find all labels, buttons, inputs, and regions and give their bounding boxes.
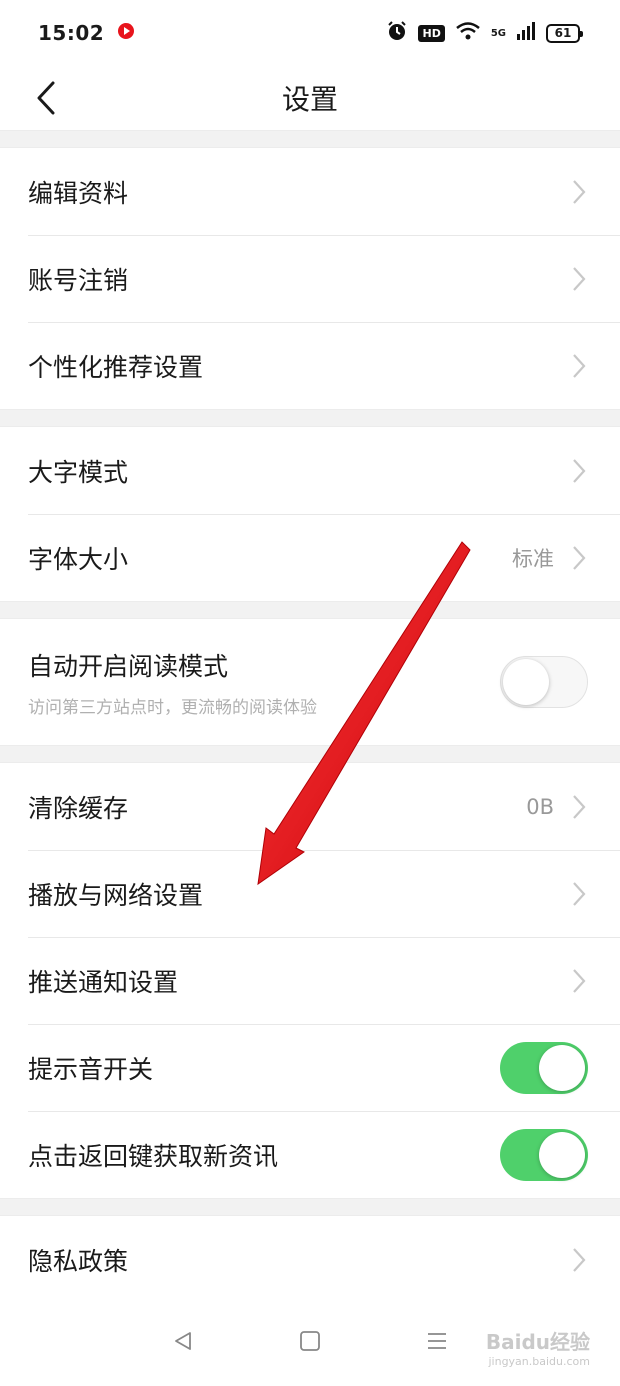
settings-group-account: 编辑资料 账号注销 个性化推荐设置 [0,148,620,409]
status-bar: 15:02 HD 5G 61 [0,0,620,66]
settings-item-label: 播放与网络设置 [28,880,204,910]
settings-item-label: 提示音开关 [28,1054,154,1084]
wifi-icon [455,21,481,45]
settings-group-legal: 隐私政策 [0,1216,620,1303]
status-time: 15:02 [38,21,105,45]
page-title: 设置 [281,83,338,116]
chevron-right-icon [572,179,588,205]
settings-item-large-text-mode[interactable]: 大字模式 [0,427,620,514]
toggle-knob [539,1044,585,1091]
settings-item-cancel-account[interactable]: 账号注销 [0,235,620,322]
section-divider [0,130,620,148]
settings-item-auto-reading-mode: 自动开启阅读模式 访问第三方站点时，更流畅的阅读体验 [0,619,620,745]
settings-item-label: 隐私政策 [28,1246,129,1276]
system-menu-button[interactable] [417,1321,457,1361]
chevron-right-icon [572,794,588,820]
settings-item-label: 推送通知设置 [28,967,179,997]
system-back-button[interactable] [163,1321,203,1361]
section-divider [0,601,620,619]
settings-item-label: 个性化推荐设置 [28,352,204,382]
back-button[interactable] [26,78,66,118]
settings-item-personalized-recommendation[interactable]: 个性化推荐设置 [0,322,620,409]
menu-lines-icon [427,1333,446,1349]
cache-size-value: 0B [526,794,554,819]
settings-group-display: 大字模式 字体大小 标准 [0,427,620,601]
toggle-knob [503,659,549,705]
back-key-refresh-toggle[interactable] [500,1128,588,1181]
chevron-right-icon [572,881,588,907]
notification-app-icon [116,21,136,45]
chevron-left-icon [37,81,55,115]
sound-switch-toggle[interactable] [500,1041,588,1094]
section-divider [0,409,620,427]
chevron-right-icon [572,968,588,994]
toggle-knob [539,1131,585,1178]
settings-item-label: 字体大小 [28,544,129,574]
font-size-value: 标准 [512,546,554,571]
battery-icon: 61 [546,23,583,43]
signal-icon [516,21,536,45]
settings-item-label: 编辑资料 [28,178,129,208]
triangle-back-icon [175,1332,192,1350]
settings-item-playback-network[interactable]: 播放与网络设置 [0,850,620,937]
auto-reading-mode-toggle[interactable] [500,656,588,708]
navigation-bar: 设置 [0,66,620,130]
chevron-right-icon [572,545,588,571]
settings-item-privacy-policy[interactable]: 隐私政策 [0,1216,620,1303]
settings-item-label: 清除缓存 [28,793,129,823]
settings-group-reading: 自动开启阅读模式 访问第三方站点时，更流畅的阅读体验 [0,619,620,745]
settings-item-back-key-refresh: 点击返回键获取新资讯 [0,1111,620,1198]
alarm-icon [386,20,408,46]
settings-item-label: 大字模式 [28,457,129,487]
settings-item-push-notification[interactable]: 推送通知设置 [0,937,620,1024]
section-divider [0,745,620,763]
chevron-right-icon [572,1247,588,1273]
baidu-jingyan-watermark: Baidu经验 jingyan.baidu.com [485,1330,590,1368]
square-home-icon [300,1331,320,1351]
system-home-button[interactable] [290,1321,330,1361]
settings-item-description: 访问第三方站点时，更流畅的阅读体验 [28,697,317,718]
chevron-right-icon [572,458,588,484]
section-divider [0,1198,620,1216]
hd-badge: HD [418,24,445,42]
settings-item-label: 点击返回键获取新资讯 [28,1141,279,1171]
network-type: 5G [490,27,506,39]
settings-item-clear-cache[interactable]: 清除缓存 0B [0,763,620,850]
chevron-right-icon [572,266,588,292]
chevron-right-icon [572,353,588,379]
settings-item-edit-profile[interactable]: 编辑资料 [0,148,620,235]
settings-item-label: 账号注销 [28,265,129,295]
settings-group-general: 清除缓存 0B 播放与网络设置 推送通知设置 提示音开关 点击返回键获取新资讯 [0,763,620,1198]
settings-item-font-size[interactable]: 字体大小 标准 [0,514,620,601]
settings-item-sound-switch: 提示音开关 [0,1024,620,1111]
settings-item-label: 自动开启阅读模式 [28,651,229,681]
